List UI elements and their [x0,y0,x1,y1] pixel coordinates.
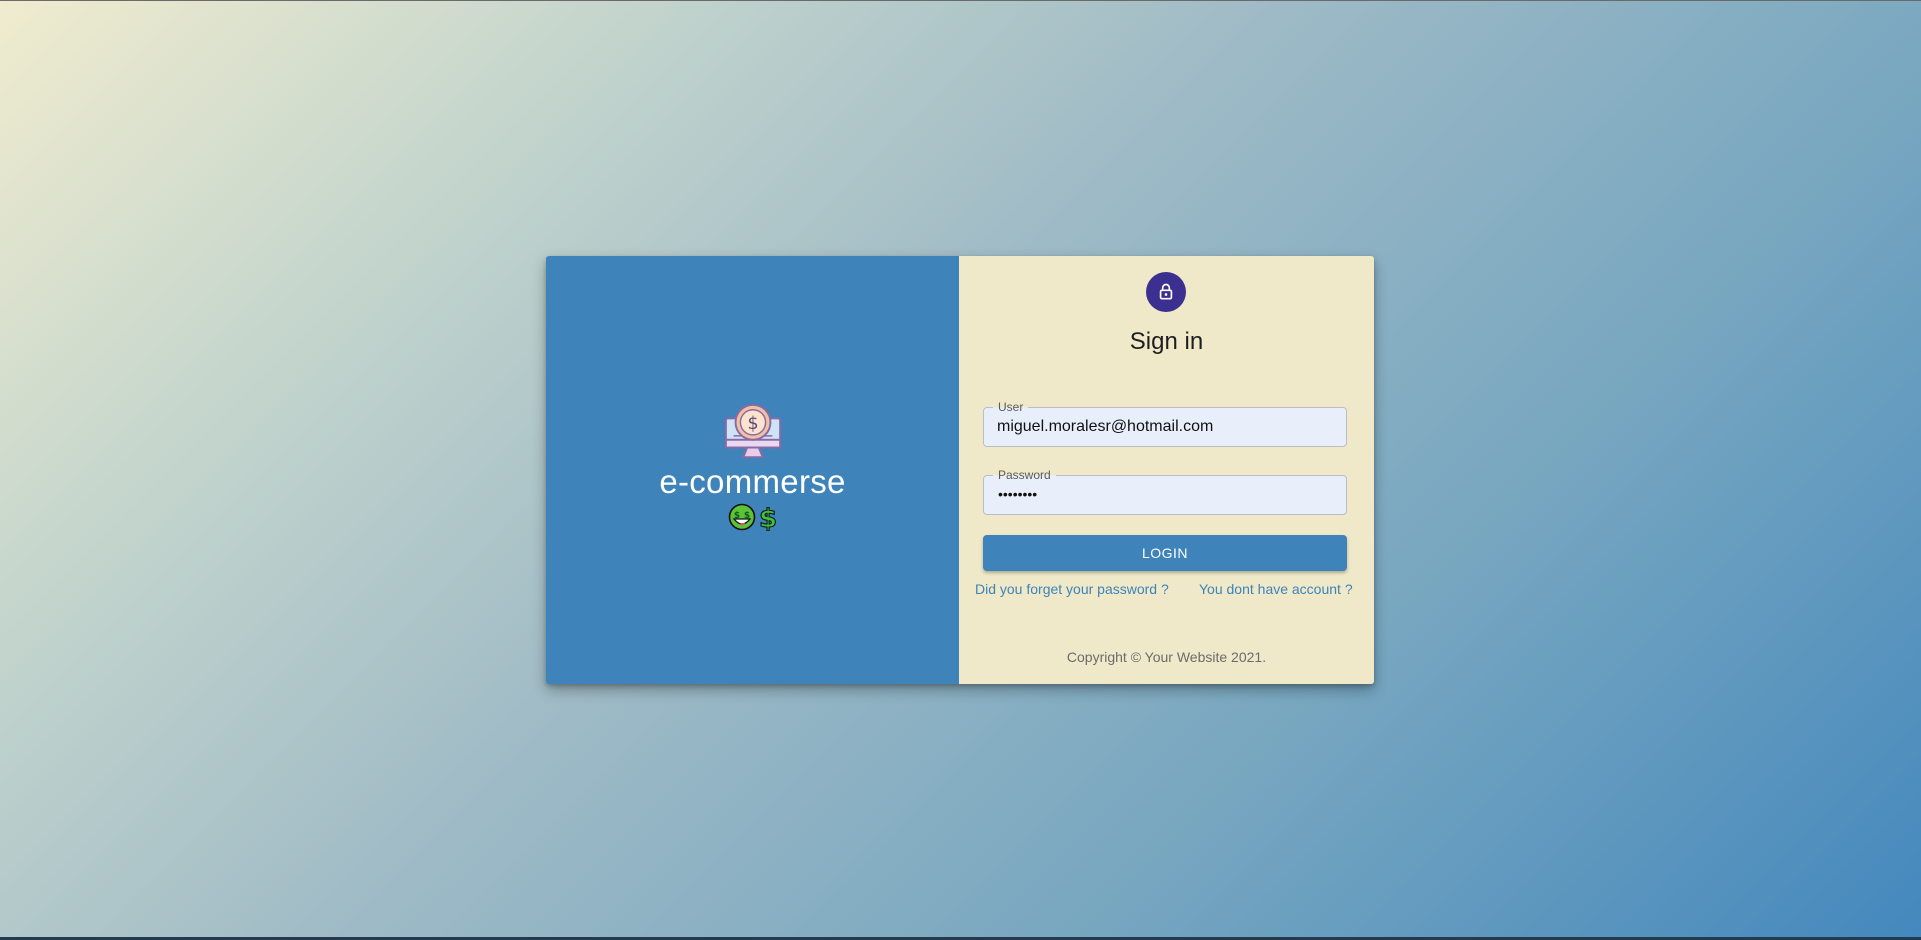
brand-panel: $ e-commerse $ $ $ [546,256,959,684]
lock-icon [1159,283,1173,300]
lock-avatar [1146,272,1186,312]
password-input[interactable]: •••••••• [998,486,1037,502]
window-top-border [0,0,1921,1]
monitor-dollar-icon: $ [724,403,781,459]
password-field-label: Password [993,468,1056,482]
user-field[interactable]: User [983,400,1347,447]
forgot-password-link[interactable]: Did you forget your password ? [975,581,1169,597]
signin-panel: Sign in User Password •••••••• LOGIN Did… [959,256,1374,684]
login-card: $ e-commerse $ $ $ Sign in User miguel.m… [546,256,1374,684]
brand-name: e-commerse [659,463,846,500]
dollar-sign-emoji: $ [759,503,777,531]
user-input[interactable] [997,418,1327,436]
signup-link[interactable]: You dont have account ? [1199,581,1353,597]
copyright-text: Copyright © Your Website 2021. [1066,649,1267,665]
login-button[interactable]: LOGIN [983,535,1347,571]
page-title: Sign in [1129,328,1204,355]
brand-emojis: $ $ $ [728,503,777,531]
svg-text:$: $ [747,414,758,434]
password-field[interactable]: Password •••••••• [983,468,1347,515]
user-field-label: User [993,400,1029,414]
svg-text:$: $ [759,504,777,531]
money-face-emoji: $ $ [728,503,756,531]
